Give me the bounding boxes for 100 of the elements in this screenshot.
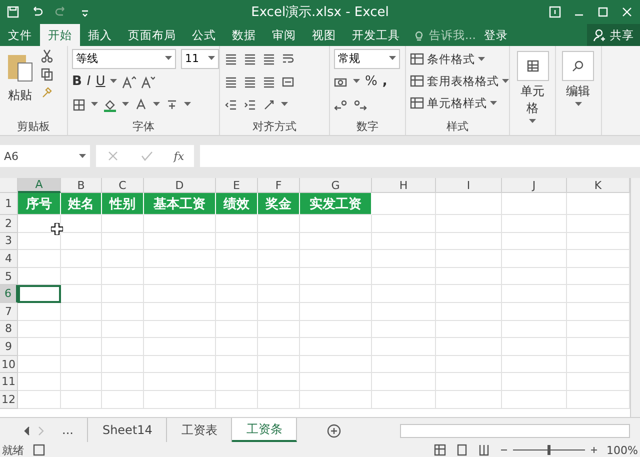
merge-cells-icon[interactable] — [281, 74, 295, 88]
styles-menu-button[interactable]: 单元格样式 — [410, 93, 509, 113]
share-button[interactable]: 共享 — [587, 24, 640, 46]
grid-cell[interactable] — [144, 215, 216, 233]
grid-cell[interactable] — [102, 356, 144, 374]
grid-cell[interactable] — [300, 373, 372, 391]
grid-cell[interactable] — [300, 320, 372, 338]
grid-cell[interactable] — [502, 285, 567, 303]
grid-cell[interactable] — [216, 215, 258, 233]
grid-cell[interactable] — [18, 373, 61, 391]
grid-cell[interactable] — [216, 285, 258, 303]
grid-cell[interactable] — [258, 338, 300, 356]
grid-cell[interactable] — [61, 250, 102, 268]
row-header[interactable]: 5 — [0, 268, 18, 286]
grid-cell[interactable] — [18, 302, 61, 321]
grid-cell[interactable] — [61, 215, 102, 233]
grid-cell[interactable] — [102, 232, 144, 250]
grid-cell[interactable] — [372, 373, 436, 391]
grid-cell[interactable] — [144, 250, 216, 268]
grid-cell[interactable] — [372, 232, 436, 250]
grid-cell[interactable] — [372, 250, 436, 268]
grid-cell[interactable] — [61, 302, 102, 321]
ribbon-tab[interactable]: 开始 — [40, 24, 80, 46]
orientation-icon[interactable] — [262, 98, 276, 112]
grid-cell[interactable] — [300, 215, 372, 233]
zoom-slider[interactable] — [498, 444, 599, 456]
font-color-icon[interactable] — [134, 98, 148, 112]
grid-cell[interactable] — [144, 285, 216, 303]
row-header[interactable]: 7 — [0, 302, 18, 321]
formula-field[interactable] — [200, 145, 640, 167]
row-header[interactable]: 8 — [0, 320, 18, 338]
grid-cell[interactable] — [436, 373, 502, 391]
ribbon-tab[interactable]: 公式 — [184, 24, 224, 46]
sheet-tab[interactable]: Sheet14 — [88, 418, 168, 442]
grid-cell[interactable] — [216, 268, 258, 286]
decrease-decimal-icon[interactable] — [353, 98, 367, 112]
grid-cell[interactable] — [144, 390, 216, 409]
grid-cell[interactable] — [258, 356, 300, 374]
grid-cell[interactable] — [372, 268, 436, 286]
table-format-icon[interactable] — [410, 96, 424, 110]
grid-cell[interactable] — [372, 302, 436, 321]
column-header[interactable]: J — [502, 178, 567, 193]
align-left-icon[interactable] — [224, 74, 238, 88]
grid-cell[interactable] — [144, 356, 216, 374]
row-header[interactable]: 1 — [0, 193, 18, 215]
grid-cell[interactable] — [436, 193, 502, 215]
name-box[interactable]: A6 — [0, 145, 90, 167]
align-bottom-icon[interactable] — [262, 52, 276, 66]
grid-cell[interactable] — [18, 250, 61, 268]
grid-cell[interactable] — [216, 302, 258, 321]
grid-cell[interactable] — [61, 232, 102, 250]
grid-cell[interactable] — [102, 250, 144, 268]
horizontal-scrollbar[interactable] — [400, 424, 630, 438]
grid-cell[interactable] — [258, 373, 300, 391]
insert-function-button[interactable]: fx — [174, 150, 184, 162]
italic-button[interactable]: I — [86, 74, 91, 89]
page-break-icon[interactable] — [476, 443, 491, 457]
row-header[interactable]: 3 — [0, 232, 18, 250]
align-center-icon[interactable] — [243, 74, 257, 88]
styles-menu-button[interactable]: 套用表格格式 — [410, 71, 509, 91]
grid-cell[interactable] — [102, 390, 144, 409]
increase-indent-icon[interactable] — [243, 98, 257, 112]
grid-cell[interactable] — [436, 320, 502, 338]
ribbon-tab[interactable]: 视图 — [304, 24, 344, 46]
grid-cell[interactable] — [216, 338, 258, 356]
column-header[interactable]: D — [144, 178, 216, 193]
person-add-icon[interactable] — [593, 28, 607, 42]
ribbon-tab[interactable]: 页面布局 — [120, 24, 184, 46]
grid-cell[interactable] — [502, 215, 567, 233]
grid-cell[interactable] — [502, 338, 567, 356]
macro-record-icon[interactable] — [32, 443, 46, 457]
grid-cell[interactable] — [102, 373, 144, 391]
font-name-field[interactable]: 等线 — [72, 48, 176, 68]
grid-cell[interactable] — [300, 390, 372, 409]
ribbon-tab[interactable]: 开发工具 — [344, 24, 408, 46]
grid-cell[interactable] — [144, 232, 216, 250]
grid-cell[interactable] — [18, 268, 61, 286]
row-header[interactable]: 9 — [0, 338, 18, 356]
cancel-icon[interactable] — [106, 149, 120, 163]
grid-cell[interactable] — [61, 338, 102, 356]
cells-button[interactable]: 单元格 — [514, 49, 551, 135]
column-header[interactable]: H — [372, 178, 436, 193]
grid-cell[interactable] — [258, 390, 300, 409]
grid-cell[interactable] — [300, 268, 372, 286]
copy-icon[interactable] — [40, 67, 54, 81]
grid-cell[interactable] — [300, 232, 372, 250]
grid-cell[interactable] — [436, 250, 502, 268]
column-header[interactable]: E — [216, 178, 258, 193]
grid-cell[interactable] — [144, 320, 216, 338]
row-header[interactable]: 4 — [0, 250, 18, 268]
grid-cell[interactable] — [502, 268, 567, 286]
grid-cell[interactable] — [502, 356, 567, 374]
zoom-thumb[interactable] — [547, 445, 550, 455]
percent-button[interactable]: % — [365, 74, 378, 89]
sheet-tab[interactable]: 工资条 — [232, 418, 298, 442]
grid-cell[interactable] — [216, 390, 258, 409]
grid-cell[interactable] — [436, 338, 502, 356]
grid-cell[interactable] — [18, 215, 61, 233]
grid-cell[interactable] — [258, 285, 300, 303]
close-icon[interactable] — [620, 5, 634, 19]
